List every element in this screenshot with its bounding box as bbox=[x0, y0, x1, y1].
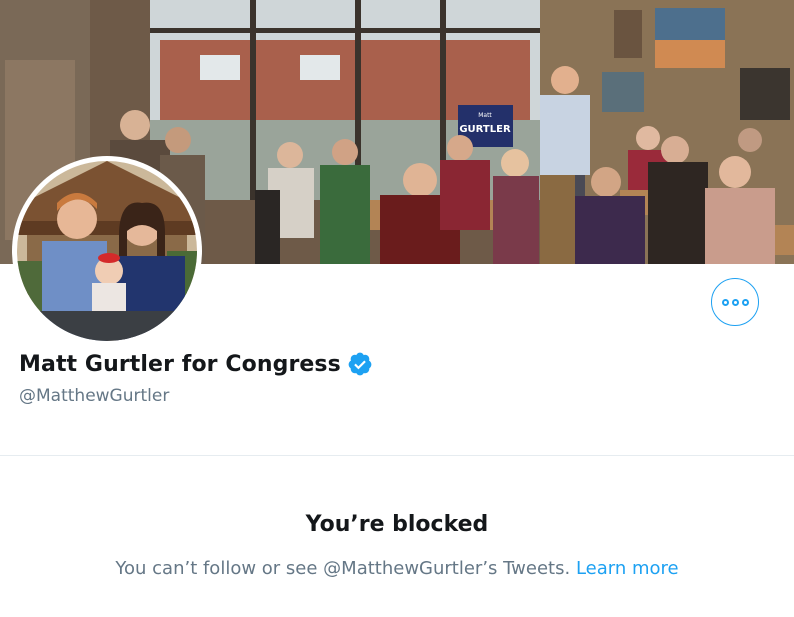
more-options-button[interactable] bbox=[711, 278, 759, 326]
blocked-title: You’re blocked bbox=[305, 512, 489, 537]
avatar-image bbox=[17, 161, 197, 341]
dot bbox=[731, 298, 739, 306]
profile-name: Matt Gurtler for Congress bbox=[19, 351, 341, 377]
banner-sign-main: GURTLER bbox=[459, 124, 511, 135]
profile-handle: @MatthewGurtler bbox=[19, 386, 170, 406]
verified-badge-icon bbox=[348, 352, 372, 376]
profile-avatar[interactable] bbox=[12, 156, 202, 346]
dot bbox=[741, 298, 749, 306]
blocked-message: You can’t follow or see @MatthewGurtler’… bbox=[0, 558, 794, 579]
more-options-icon bbox=[721, 298, 749, 306]
profile-name-row: Matt Gurtler for Congress bbox=[19, 351, 373, 377]
dot bbox=[721, 298, 729, 306]
divider bbox=[0, 455, 794, 456]
blocked-message-text: You can’t follow or see @MatthewGurtler’… bbox=[115, 558, 571, 579]
learn-more-link[interactable]: Learn more bbox=[576, 558, 679, 579]
banner-sign-small: Matt bbox=[478, 112, 492, 119]
avatar-photo bbox=[17, 161, 197, 341]
